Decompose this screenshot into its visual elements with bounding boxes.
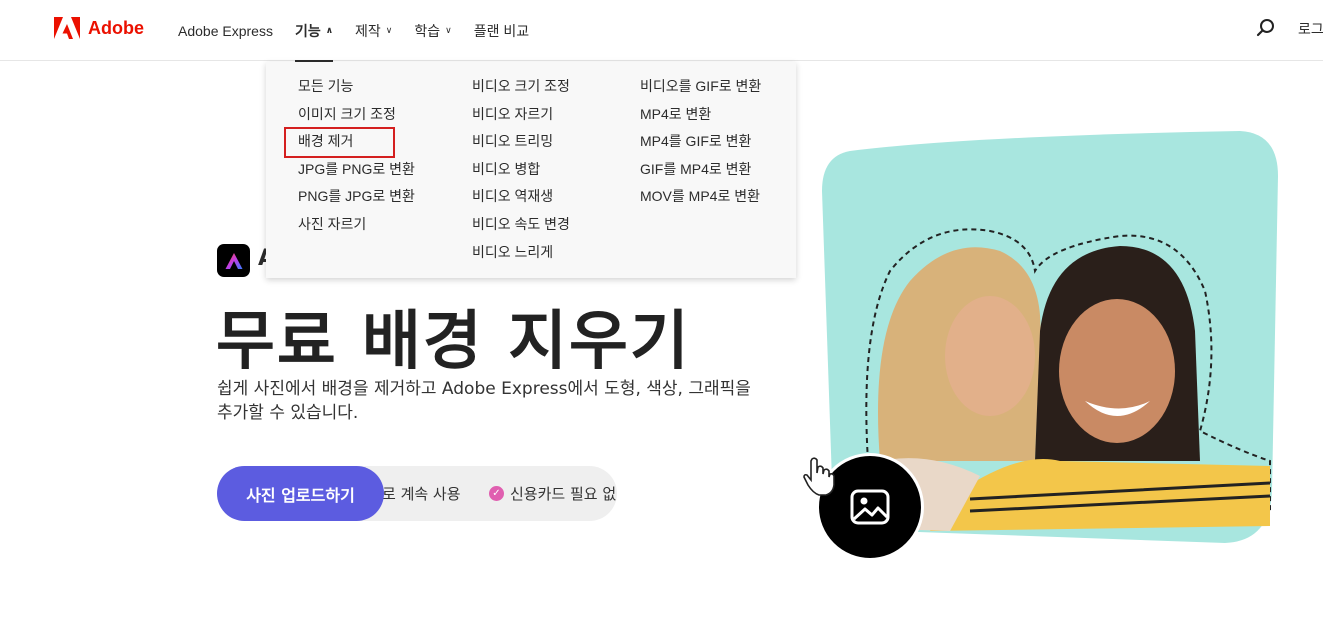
dropdown-column-convert: 비디오를 GIF로 변환 MP4로 변환 MP4를 GIF로 변환 GIF를 M…	[640, 76, 761, 214]
nav-label: 학습	[414, 22, 441, 39]
hand-cursor-icon	[803, 457, 835, 496]
menu-item-slow-video[interactable]: 비디오 느리게	[472, 242, 570, 270]
nav-label: 플랜 비교	[473, 22, 530, 39]
menu-item-merge-video[interactable]: 비디오 병합	[472, 159, 570, 187]
menu-item-crop-photo[interactable]: 사진 자르기	[298, 214, 415, 242]
menu-item-all-features[interactable]: 모든 기능	[298, 76, 415, 104]
nav-features[interactable]: 기능 ∧	[294, 0, 334, 62]
menu-item-mp4-to-gif[interactable]: MP4를 GIF로 변환	[640, 131, 761, 159]
features-dropdown-menu: 모든 기능 이미지 크기 조정 배경 제거 JPG를 PNG로 변환 PNG를 …	[266, 62, 796, 278]
main-nav: Adobe Express 기능 ∧ 제작 ∨ 학습 ∨ 플랜 비교	[178, 0, 551, 62]
menu-item-resize-image[interactable]: 이미지 크기 조정	[298, 104, 415, 132]
nav-compare-plans[interactable]: 플랜 비교	[474, 0, 529, 61]
top-navigation-bar: Adobe Adobe Express 기능 ∧ 제작 ∨ 학습 ∨ 플랜 비교 로그…	[0, 0, 1323, 62]
nav-label: 기능	[294, 22, 321, 39]
menu-item-png-to-jpg[interactable]: PNG를 JPG로 변환	[298, 186, 415, 214]
menu-item-mov-to-mp4[interactable]: MOV를 MP4로 변환	[640, 186, 761, 214]
image-icon	[850, 489, 890, 525]
nav-label: 제작	[355, 22, 381, 39]
pill-text-continue: 로 계속 사용	[382, 485, 461, 503]
login-link[interactable]: 로그인	[1298, 19, 1323, 39]
menu-item-reverse-video[interactable]: 비디오 역재생	[472, 186, 570, 214]
menu-item-video-to-gif[interactable]: 비디오를 GIF로 변환	[640, 76, 761, 104]
adobe-express-badge-icon	[217, 244, 250, 277]
menu-item-change-speed[interactable]: 비디오 속도 변경	[472, 214, 570, 242]
menu-item-remove-background[interactable]: 배경 제거	[298, 131, 415, 159]
adobe-logo-icon	[54, 17, 80, 39]
nav-adobe-express[interactable]: Adobe Express	[178, 0, 273, 61]
chevron-down-icon: ∨	[385, 25, 393, 35]
menu-item-resize-video[interactable]: 비디오 크기 조정	[472, 76, 570, 104]
page-title: 무료 배경 지우기	[216, 305, 691, 379]
adobe-logo-text: Adobe	[88, 17, 144, 38]
chevron-down-icon: ∨	[445, 25, 452, 35]
pill-text-no-card: 신용카드 필요 없	[510, 485, 617, 503]
express-logo-icon	[225, 252, 242, 269]
dropdown-column-video: 비디오 크기 조정 비디오 자르기 비디오 트리밍 비디오 병합 비디오 역재생…	[472, 76, 570, 269]
adobe-logo-link[interactable]: Adobe	[54, 17, 144, 39]
menu-item-convert-to-mp4[interactable]: MP4로 변환	[640, 104, 761, 132]
chevron-up-icon: ∧	[325, 25, 334, 35]
check-icon: ✓	[489, 486, 504, 501]
nav-label: Adobe Express	[178, 22, 273, 39]
search-icon[interactable]	[1256, 18, 1276, 38]
menu-item-gif-to-mp4[interactable]: GIF를 MP4로 변환	[640, 159, 761, 187]
menu-item-trim-video[interactable]: 비디오 트리밍	[472, 131, 570, 159]
page-subtitle: 쉽게 사진에서 배경을 제거하고 Adobe Express에서 도형, 색상,…	[217, 379, 751, 423]
upload-photo-button[interactable]: 사진 업로드하기	[217, 466, 384, 521]
menu-item-jpg-to-png[interactable]: JPG를 PNG로 변환	[298, 159, 415, 187]
menu-item-crop-video[interactable]: 비디오 자르기	[472, 104, 570, 132]
dropdown-column-photo: 모든 기능 이미지 크기 조정 배경 제거 JPG를 PNG로 변환 PNG를 …	[298, 76, 415, 242]
nav-create[interactable]: 제작 ∨	[355, 0, 392, 61]
nav-learn[interactable]: 학습 ∨	[414, 0, 451, 61]
